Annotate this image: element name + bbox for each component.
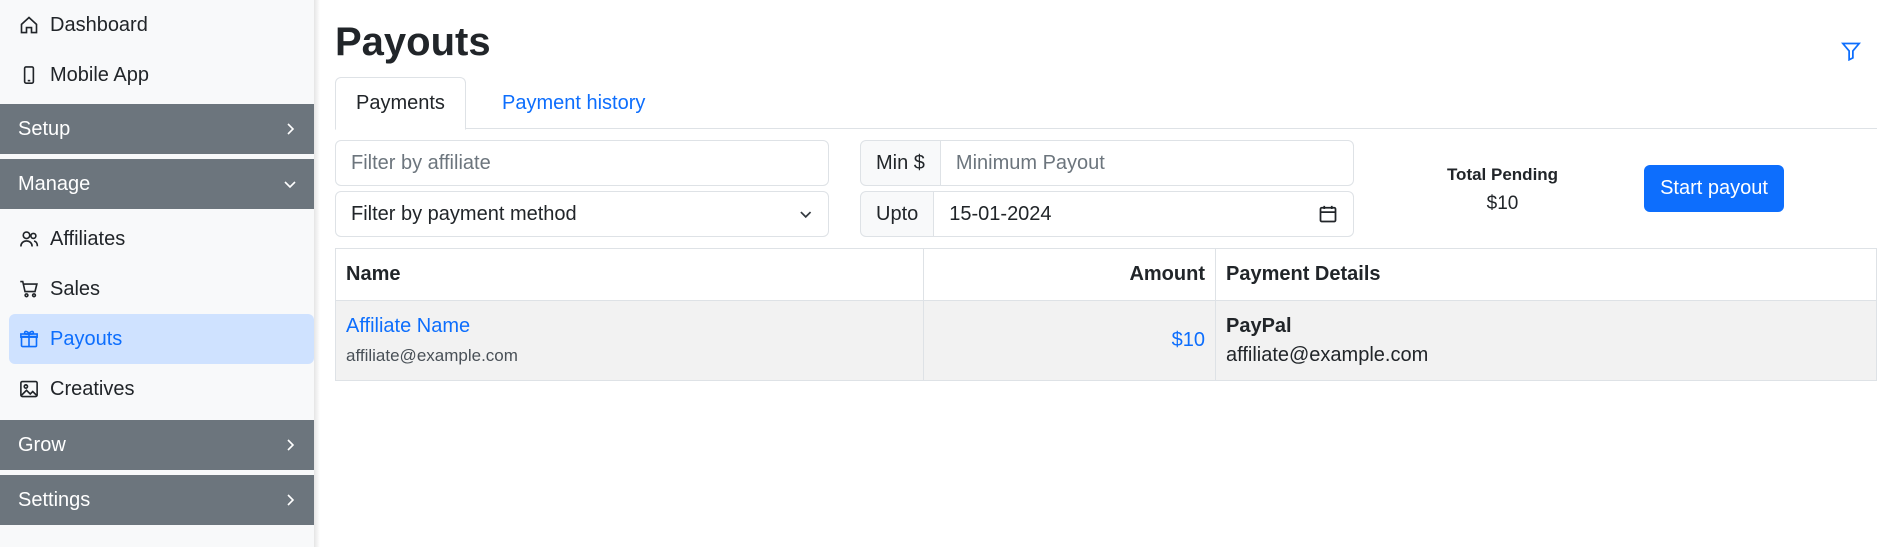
table-header-row: Name Amount Payment Details [335, 248, 1877, 301]
upto-date-value: 15-01-2024 [949, 202, 1052, 225]
sidebar-item-label: Sales [50, 277, 101, 300]
sidebar-group-settings[interactable]: Settings [0, 475, 314, 525]
app-root: Dashboard Mobile App Setup Manage Affili… [0, 0, 1892, 547]
image-icon [18, 378, 40, 400]
phone-icon [18, 64, 40, 86]
cart-icon [18, 278, 40, 300]
tab-payments[interactable]: Payments [335, 77, 466, 130]
affiliate-name-link[interactable]: Affiliate Name [346, 315, 913, 338]
tab-payment-history[interactable]: Payment history [482, 77, 665, 129]
people-icon [18, 228, 40, 250]
min-payout-input[interactable] [955, 151, 1338, 175]
column-header-payment-details: Payment Details [1215, 248, 1877, 301]
sidebar-item-label: Mobile App [50, 63, 149, 86]
amount-cell: $10 [923, 300, 1216, 381]
chevron-right-icon [287, 439, 295, 451]
sidebar-group-label: Setup [18, 117, 71, 140]
payment-method-detail: affiliate@example.com [1226, 343, 1429, 366]
column-header-amount: Amount [923, 248, 1216, 301]
payouts-table: Name Amount Payment Details Affiliate Na… [335, 248, 1877, 381]
amount-link[interactable]: $10 [1172, 329, 1205, 351]
tabs: Payments Payment history [335, 77, 1877, 130]
sidebar-group-manage[interactable]: Manage [0, 159, 314, 209]
affiliate-filter-field[interactable] [335, 140, 829, 186]
upto-addon: Upto [860, 191, 935, 237]
sidebar-item-label: Dashboard [50, 13, 148, 36]
sidebar-item-affiliates[interactable]: Affiliates [0, 214, 314, 264]
sidebar-item-mobile-app[interactable]: Mobile App [0, 50, 314, 100]
affiliate-filter-input[interactable] [351, 151, 813, 175]
payment-method-name: PayPal [1226, 314, 1292, 337]
sidebar-item-dashboard[interactable]: Dashboard [0, 0, 314, 50]
min-payout-group: Min $ [860, 140, 1354, 186]
sidebar-item-sales[interactable]: Sales [0, 264, 314, 314]
page-title: Payouts [335, 20, 491, 64]
gift-icon [18, 328, 40, 350]
chevron-right-icon [287, 123, 295, 135]
chevron-right-icon [287, 494, 295, 506]
upto-date-group: Upto 15-01-2024 [860, 191, 1354, 237]
sidebar: Dashboard Mobile App Setup Manage Affili… [0, 0, 314, 547]
column-header-name: Name [335, 248, 924, 301]
sidebar-item-label: Creatives [50, 377, 135, 400]
min-payout-addon: Min $ [860, 140, 941, 186]
start-payout-button[interactable]: Start payout [1644, 165, 1784, 212]
table-row: Affiliate Name affiliate@example.com $10… [335, 300, 1877, 381]
total-pending-label: Total Pending [1446, 165, 1559, 184]
payment-method-select[interactable]: Filter by payment method [335, 191, 829, 237]
sidebar-divider [314, 0, 320, 547]
sidebar-group-setup[interactable]: Setup [0, 104, 314, 154]
sidebar-item-label: Payouts [50, 327, 123, 350]
sidebar-group-label: Manage [18, 172, 91, 195]
house-icon [18, 14, 40, 36]
upto-date-field[interactable]: 15-01-2024 [934, 191, 1354, 237]
payment-method-selected: Filter by payment method [351, 202, 577, 225]
sidebar-group-grow[interactable]: Grow [0, 420, 314, 470]
sidebar-item-creatives[interactable]: Creatives [0, 364, 314, 414]
chevron-down-icon [284, 181, 296, 189]
payment-details-cell: PayPal affiliate@example.com [1215, 300, 1877, 381]
sidebar-group-label: Grow [18, 433, 66, 456]
calendar-icon[interactable] [1318, 204, 1338, 224]
affiliate-email: affiliate@example.com [346, 346, 518, 365]
funnel-icon [1841, 42, 1861, 61]
sidebar-group-label: Settings [18, 488, 91, 511]
sidebar-item-payouts[interactable]: Payouts [9, 314, 314, 364]
min-payout-field[interactable] [940, 140, 1354, 186]
chevron-down-icon [799, 211, 811, 219]
total-pending-value: $10 [1486, 193, 1519, 214]
filter-toggle-button[interactable] [1838, 38, 1864, 64]
name-cell: Affiliate Name affiliate@example.com [335, 300, 924, 381]
sidebar-item-label: Affiliates [50, 227, 126, 250]
